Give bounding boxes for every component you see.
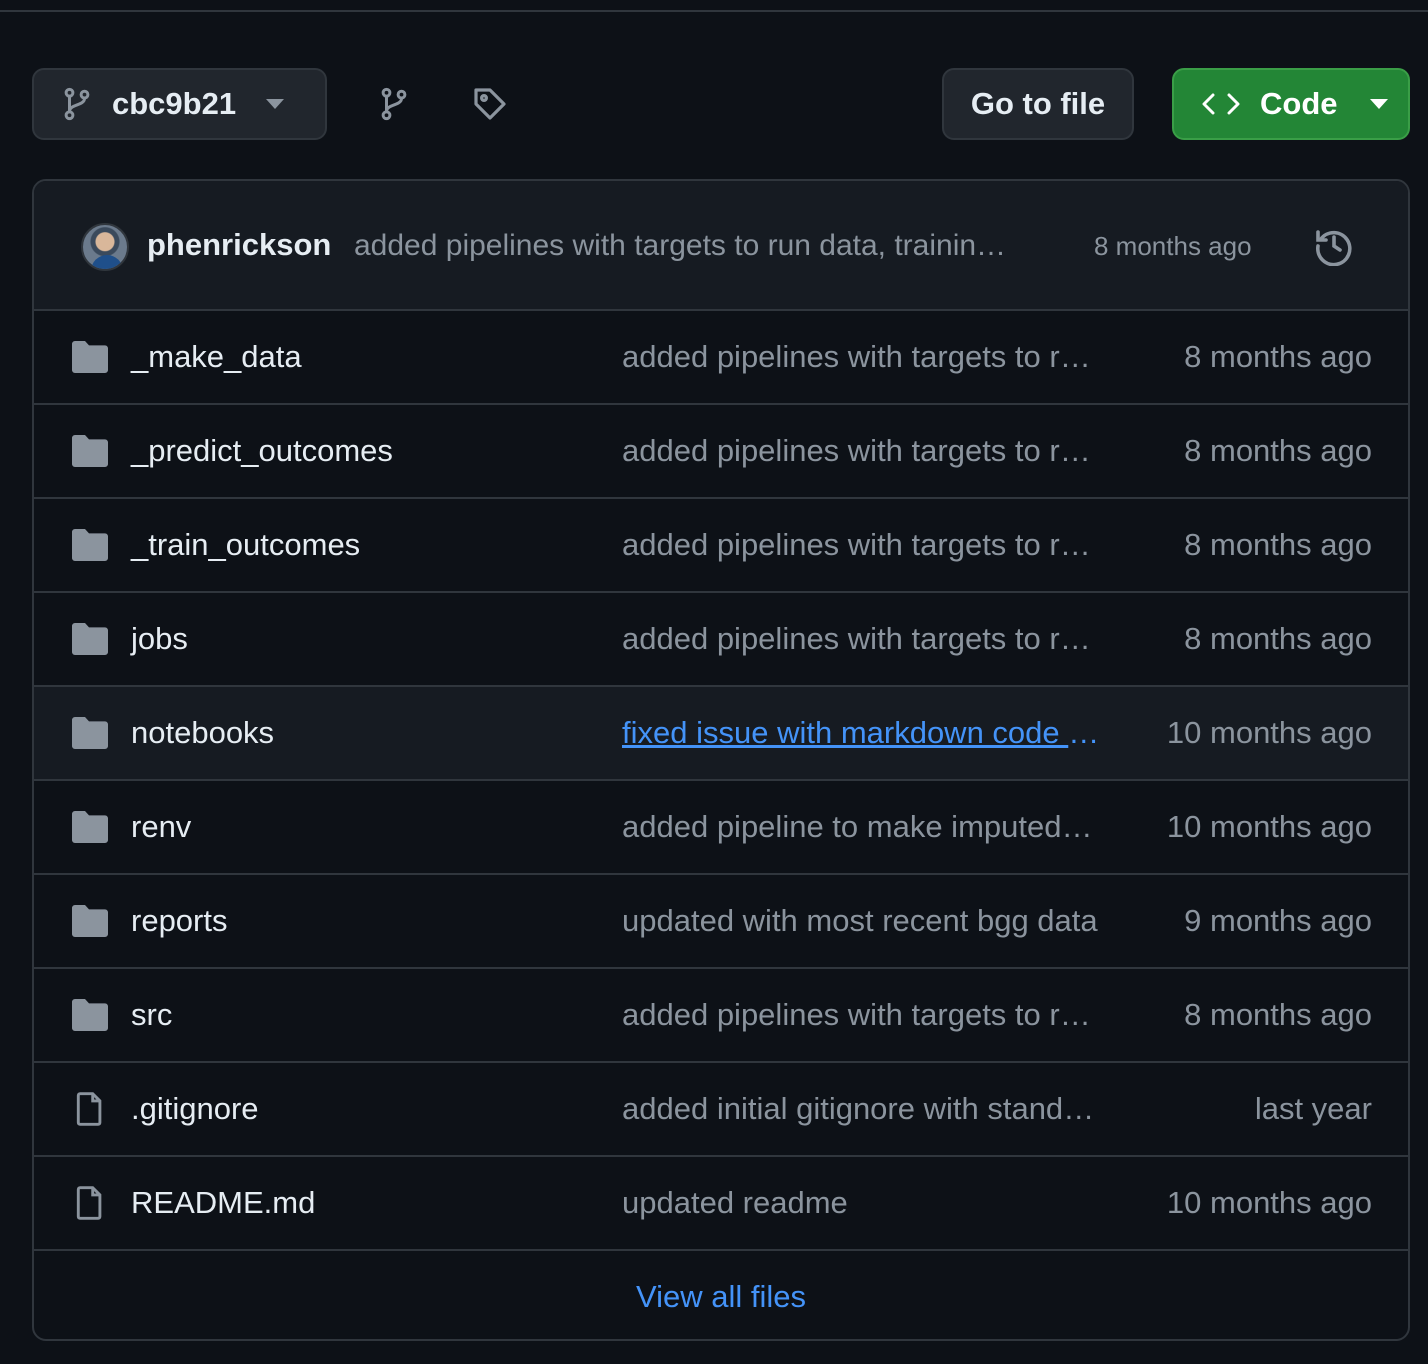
file-name[interactable]: _predict_outcomes <box>131 433 393 469</box>
file-commit-message[interactable]: added pipelines with targets to run data… <box>622 339 1100 375</box>
folder-icon <box>72 905 108 937</box>
commit-time: 8 months ago <box>1094 231 1252 261</box>
file-commit-message[interactable]: added pipeline to make imputed data <box>622 809 1100 845</box>
file-commit-time: 10 months ago <box>1166 715 1372 750</box>
tags-button[interactable] <box>468 82 512 126</box>
file-name[interactable]: .gitignore <box>131 1091 259 1127</box>
folder-icon <box>72 623 108 655</box>
file-row[interactable]: _train_outcomes added pipelines with targ… <box>34 499 1408 593</box>
file-commit-time: 8 months ago <box>1184 527 1372 562</box>
file-row[interactable]: renv added pipeline to make imputed data 1… <box>34 781 1408 875</box>
file-commit-time: 8 months ago <box>1184 339 1372 374</box>
code-label: Code <box>1260 86 1338 121</box>
file-commit-message[interactable]: added pipelines with targets to run data… <box>622 527 1100 563</box>
file-row[interactable]: reports updated with most recent bgg data… <box>34 875 1408 969</box>
folder-icon <box>72 341 108 373</box>
file-row[interactable]: jobs added pipelines with targets to run … <box>34 593 1408 687</box>
git-branch-icon <box>381 87 407 121</box>
view-all-files-link[interactable]: View all files <box>34 1251 1408 1339</box>
go-to-file-button[interactable]: Go to file <box>942 68 1134 140</box>
code-button[interactable]: Code <box>1172 68 1410 140</box>
file-commit-time: last year <box>1254 1091 1372 1126</box>
file-commit-time: 9 months ago <box>1184 903 1372 938</box>
file-name[interactable]: notebooks <box>131 715 274 751</box>
file-browser: phenrickson added pipelines with targets… <box>32 179 1410 1341</box>
file-icon <box>76 1092 102 1126</box>
folder-icon <box>72 717 108 749</box>
file-commit-message[interactable]: fixed issue with markdown code chunks <box>622 715 1100 751</box>
chevron-down-icon <box>266 99 285 109</box>
file-name[interactable]: src <box>131 997 172 1033</box>
file-commit-time: 10 months ago <box>1166 1185 1372 1220</box>
file-commit-time: 8 months ago <box>1184 997 1372 1032</box>
file-row[interactable]: README.md updated readme 10 months ago <box>34 1157 1408 1251</box>
file-commit-message[interactable]: added pipelines with targets to run data… <box>622 621 1100 657</box>
latest-commit-bar: phenrickson added pipelines with targets… <box>34 181 1408 311</box>
file-row[interactable]: _make_data added pipelines with targets t… <box>34 311 1408 405</box>
file-commit-time: 10 months ago <box>1166 809 1372 844</box>
file-commit-message[interactable]: updated with most recent bgg data <box>622 903 1100 939</box>
file-commit-message[interactable]: added pipelines with targets to run data… <box>622 433 1100 469</box>
file-list: _make_dataadded pipelines with targets t… <box>34 311 1408 1251</box>
avatar[interactable] <box>81 223 129 271</box>
file-commit-message[interactable]: added pipelines with targets to run data… <box>622 997 1100 1033</box>
file-row[interactable]: notebooks fixed issue with markdown code … <box>34 687 1408 781</box>
file-name[interactable]: renv <box>131 809 191 845</box>
branches-button[interactable] <box>372 82 416 126</box>
file-name[interactable]: jobs <box>131 621 188 657</box>
commit-author[interactable]: phenrickson <box>147 227 331 263</box>
chevron-down-icon <box>1369 99 1388 109</box>
commit-message[interactable]: added pipelines with targets to run data… <box>354 229 1006 263</box>
file-commit-time: 8 months ago <box>1184 433 1372 468</box>
file-name[interactable]: _train_outcomes <box>131 527 360 563</box>
file-commit-time: 8 months ago <box>1184 621 1372 656</box>
folder-icon <box>72 435 108 467</box>
file-name[interactable]: README.md <box>131 1185 315 1221</box>
file-name[interactable]: _make_data <box>131 339 302 375</box>
file-commit-message[interactable]: updated readme <box>622 1185 1100 1221</box>
branch-label: cbc9b21 <box>112 86 237 121</box>
file-row[interactable]: src added pipelines with targets to run d… <box>34 969 1408 1063</box>
top-divider <box>0 10 1428 12</box>
branch-selector-button[interactable]: cbc9b21 <box>32 68 327 140</box>
code-icon <box>1202 93 1240 115</box>
history-icon[interactable] <box>1314 226 1354 266</box>
file-row[interactable]: _predict_outcomes added pipelines with ta… <box>34 405 1408 499</box>
file-commit-message[interactable]: added initial gitignore with standard <box>622 1091 1100 1127</box>
git-branch-icon <box>64 87 90 121</box>
file-row[interactable]: .gitignore added initial gitignore with s… <box>34 1063 1408 1157</box>
file-icon <box>76 1186 102 1220</box>
folder-icon <box>72 529 108 561</box>
folder-icon <box>72 811 108 843</box>
folder-icon <box>72 999 108 1031</box>
tag-icon <box>474 88 506 120</box>
file-name[interactable]: reports <box>131 903 227 939</box>
